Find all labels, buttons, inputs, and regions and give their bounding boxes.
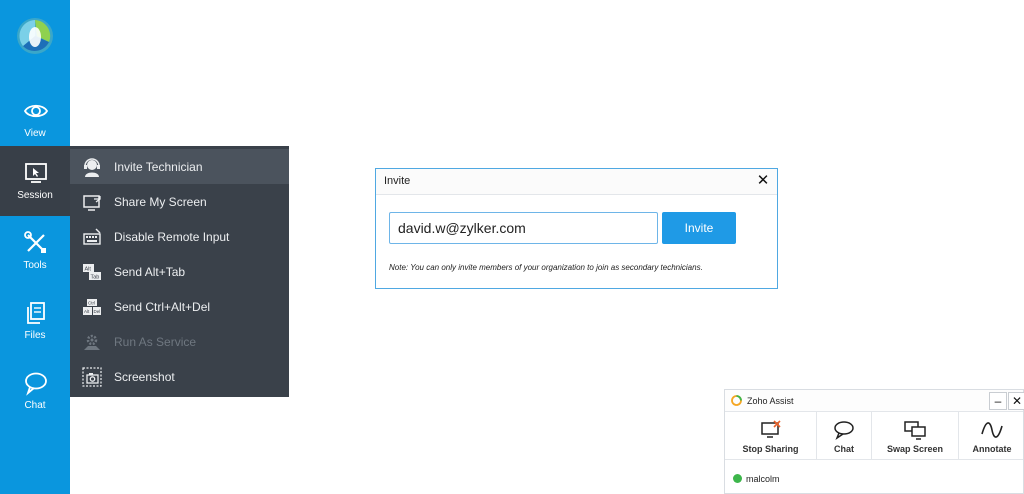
invite-button[interactable]: Invite xyxy=(662,212,736,244)
rail-files-button[interactable]: Files xyxy=(0,286,70,356)
rail-view-button[interactable]: View xyxy=(0,84,70,154)
zoho-assist-toolbar: Zoho Assist – ✕ Stop Sharing Chat Swap S… xyxy=(724,389,1024,494)
tool-label: Chat xyxy=(834,444,854,454)
menu-item-invite-technician[interactable]: Invite Technician xyxy=(70,149,289,184)
invite-dialog: Invite ✕ Invite Note: You can only invit… xyxy=(375,168,778,289)
menu-item-send-ctrl-alt-del[interactable]: Ctrl Alt Del Send Ctrl+Alt+Del xyxy=(70,289,289,324)
menu-item-label: Disable Remote Input xyxy=(114,230,230,244)
rail-session-label: Session xyxy=(17,190,53,201)
assist-titlebar: Zoho Assist – ✕ xyxy=(725,390,1024,412)
svg-text:Del: Del xyxy=(94,309,101,314)
annotate-wave-icon xyxy=(981,422,1003,438)
share-screen-icon xyxy=(83,195,101,211)
rail-chat-label: Chat xyxy=(24,400,46,411)
participant-row: malcolm xyxy=(733,474,780,484)
email-field[interactable] xyxy=(389,212,658,244)
zoho-assist-logo-icon xyxy=(731,395,742,406)
menu-item-label: Send Ctrl+Alt+Del xyxy=(114,300,211,314)
chat-bubble-icon xyxy=(834,421,854,440)
svg-text:Ctrl: Ctrl xyxy=(88,301,95,306)
minimize-button[interactable]: – xyxy=(989,392,1007,410)
svg-text:Tab: Tab xyxy=(91,275,100,281)
tool-label: Stop Sharing xyxy=(742,444,799,454)
camera-icon xyxy=(82,367,102,387)
swap-screen-button[interactable]: Swap Screen xyxy=(872,412,959,460)
menu-item-share-my-screen[interactable]: Share My Screen xyxy=(70,184,289,219)
dialog-header: Invite ✕ xyxy=(376,169,777,195)
zoho-assist-logo-icon xyxy=(17,18,53,54)
technician-headset-icon xyxy=(84,158,100,177)
left-rail: View Session Tools Files Chat xyxy=(0,0,70,494)
swap-screen-icon xyxy=(904,421,926,440)
ctrl-alt-del-keys-icon: Ctrl Alt Del xyxy=(83,299,101,315)
svg-text:Alt: Alt xyxy=(85,267,92,273)
rail-chat-button[interactable]: Chat xyxy=(0,356,70,426)
menu-item-label: Screenshot xyxy=(114,370,175,384)
rail-files-label: Files xyxy=(24,330,46,341)
menu-item-disable-remote-input[interactable]: Disable Remote Input xyxy=(70,219,289,254)
keyboard-icon xyxy=(83,228,101,245)
rail-session-button[interactable]: Session xyxy=(0,146,70,216)
menu-item-label: Run As Service xyxy=(114,335,197,349)
assist-tools: Stop Sharing Chat Swap Screen Annotate xyxy=(725,412,1023,460)
app-window: View Session Tools Files Chat Invite Tec… xyxy=(0,0,1024,494)
chat-button[interactable]: Chat xyxy=(817,412,872,460)
assist-app-name: Zoho Assist xyxy=(747,396,794,406)
monitor-cursor-icon xyxy=(25,163,47,183)
tools-icon xyxy=(24,231,46,253)
dialog-title: Invite xyxy=(384,175,411,187)
files-icon xyxy=(27,302,45,324)
menu-item-label: Share My Screen xyxy=(114,195,207,209)
close-icon[interactable]: ✕ xyxy=(755,172,771,190)
svg-text:Alt: Alt xyxy=(84,309,90,314)
annotate-button[interactable]: Annotate xyxy=(959,412,1024,460)
rail-tools-label: Tools xyxy=(23,260,47,271)
rail-tools-button[interactable]: Tools xyxy=(0,216,70,286)
menu-item-label: Invite Technician xyxy=(114,160,203,174)
session-menu: Invite Technician Share My Screen Disabl… xyxy=(70,146,289,397)
stop-sharing-button[interactable]: Stop Sharing xyxy=(725,412,817,460)
menu-item-run-as-service[interactable]: Run As Service xyxy=(70,324,289,359)
chat-icon xyxy=(25,372,47,396)
participant-name: malcolm xyxy=(746,474,780,484)
rail-view-label: View xyxy=(24,128,46,139)
menu-item-send-alt-tab[interactable]: Alt Tab Send Alt+Tab xyxy=(70,254,289,289)
invite-note: Note: You can only invite members of you… xyxy=(389,263,703,272)
close-button[interactable]: ✕ xyxy=(1008,392,1024,410)
eye-icon xyxy=(23,104,49,118)
menu-item-screenshot[interactable]: Screenshot xyxy=(70,359,289,394)
stop-sharing-icon xyxy=(760,420,781,438)
tool-label: Swap Screen xyxy=(886,444,944,454)
gear-hand-icon xyxy=(84,334,100,350)
alt-tab-keys-icon: Alt Tab xyxy=(83,264,101,281)
online-status-icon xyxy=(733,474,742,483)
menu-item-label: Send Alt+Tab xyxy=(114,265,186,279)
tool-label: Annotate xyxy=(972,444,1012,454)
